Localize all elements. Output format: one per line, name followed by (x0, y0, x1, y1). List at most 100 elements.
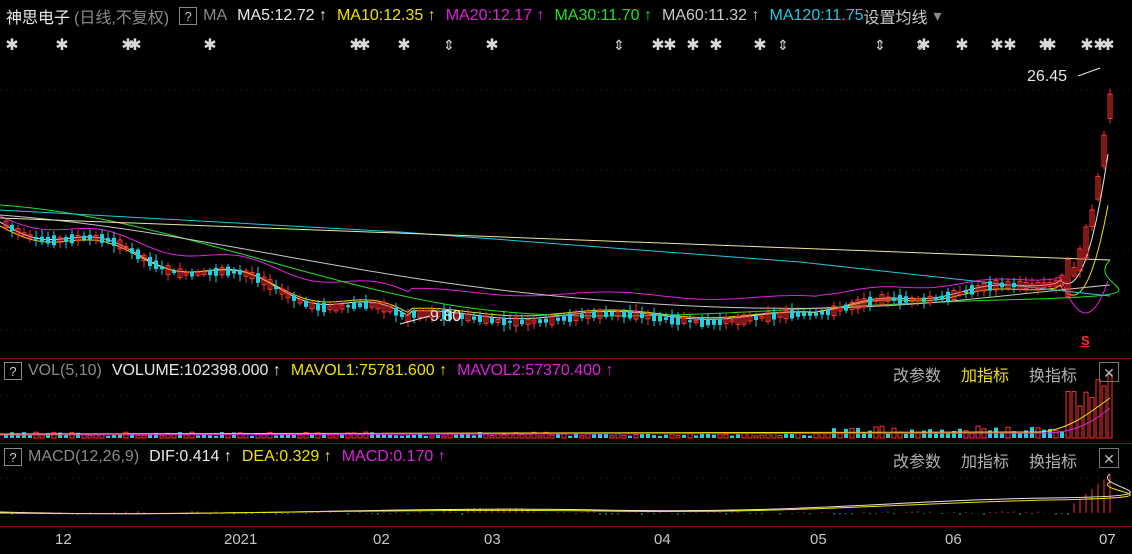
volume-bar (412, 434, 416, 438)
candle-body (208, 269, 212, 276)
volume-bar (159, 435, 165, 439)
vol-add-indicator-button[interactable]: 加指标 (961, 362, 1009, 386)
candle-body (658, 314, 662, 322)
volume-bar (472, 435, 476, 438)
candle-body (172, 270, 176, 274)
candle-body (718, 318, 722, 325)
candle-body (394, 307, 398, 316)
candle-body (232, 269, 236, 274)
candle-body (1012, 282, 1016, 288)
ma-lines (0, 153, 1120, 320)
macd-label: MACD(12,26,9) (28, 448, 140, 465)
volume-bar (64, 435, 68, 438)
macd-close-icon[interactable]: ✕ (1099, 448, 1119, 468)
volume-value: VOLUME:102398.000 ↑ (111, 362, 281, 379)
volume-bar (988, 430, 992, 438)
macd-add-indicator-button[interactable]: 加指标 (961, 448, 1009, 472)
vol-close-icon[interactable]: ✕ (1099, 362, 1119, 382)
volume-bar (628, 435, 632, 438)
volume-bar (274, 435, 278, 438)
volume-bar (537, 435, 543, 439)
candle-body (652, 312, 656, 322)
volume-bar (922, 430, 926, 438)
candle-body (472, 316, 476, 320)
candle-body (106, 237, 110, 242)
event-star-icon: ✱ (485, 37, 498, 54)
volume-bar (382, 434, 386, 438)
volume-bar (825, 432, 831, 439)
vol-label: VOL(5,10) (28, 362, 102, 379)
vol-help-button[interactable]: ? (4, 362, 22, 380)
candle-body (160, 266, 164, 270)
volume-bar (429, 435, 435, 439)
candle-body (82, 235, 86, 240)
macd-params-button[interactable]: 改参数 (893, 448, 941, 472)
event-star-icon: ✱ (663, 37, 676, 54)
volume-bar (394, 435, 398, 438)
candle-body (604, 311, 608, 317)
candle-body (688, 320, 692, 323)
volume-bar (753, 435, 759, 439)
volume-bar (441, 435, 447, 439)
event-star-icon: ✱ (955, 37, 968, 54)
volume-bar (297, 434, 303, 439)
macd-header: ? MACD(12,26,9) DIF:0.414 ↑ DEA:0.329 ↑ … (4, 448, 456, 466)
candle-body (136, 249, 140, 260)
candle-body (712, 319, 716, 325)
volume-bar (868, 430, 872, 438)
volume-bar (723, 434, 729, 439)
candle-body (190, 271, 194, 277)
volume-bar (519, 434, 525, 439)
volume-bar (135, 434, 141, 439)
xaxis-label: 04 (654, 531, 671, 548)
panel-divider-vol (0, 358, 1132, 359)
candle-body (112, 237, 116, 246)
candle-body (814, 312, 818, 316)
dea-value: DEA:0.329 ↑ (241, 448, 332, 465)
volume-bar (609, 435, 615, 439)
vol-header: ? VOL(5,10) VOLUME:102398.000 ↑ MAVOL1:7… (4, 362, 623, 380)
candle-body (544, 318, 548, 323)
event-arrow-icon: ⇕ (777, 37, 789, 53)
volume-bar (310, 435, 314, 438)
volume-bar (669, 433, 675, 439)
candle-body (352, 302, 356, 309)
volume-bar (790, 433, 794, 438)
volume-bar (1071, 391, 1077, 439)
volume-bar (687, 433, 693, 439)
vol-params-button[interactable]: 改参数 (893, 362, 941, 386)
candle-body (274, 286, 278, 290)
candle-body (964, 290, 968, 294)
candle-body (754, 315, 758, 320)
volume-bar (292, 434, 296, 438)
signal-marker-icon[interactable]: S (1081, 333, 1090, 348)
macd-switch-indicator-button[interactable]: 换指标 (1029, 448, 1077, 472)
volume-bar (196, 435, 200, 438)
mavol1-value: MAVOL1:75781.600 ↑ (290, 362, 448, 379)
volume-bar (406, 435, 410, 438)
candle-body (670, 314, 674, 325)
event-star-icon: ✱ (357, 37, 370, 54)
ma250-line (0, 217, 1111, 261)
volume-bar (717, 433, 723, 439)
macd-help-button[interactable]: ? (4, 448, 22, 466)
candle-body (304, 300, 308, 307)
volume-bar (424, 435, 428, 438)
vol-switch-indicator-button[interactable]: 换指标 (1029, 362, 1077, 386)
xaxis-label: 03 (484, 531, 501, 548)
dea-line (0, 481, 1131, 515)
mavol2-value: MAVOL2:57370.400 ↑ (457, 362, 614, 379)
candle-body (226, 266, 230, 276)
candle-body (1000, 282, 1004, 288)
volume-bar (436, 434, 440, 438)
volume-bar (730, 435, 734, 438)
volume-bar (214, 435, 218, 438)
volume-bar (579, 435, 585, 439)
candle-body (826, 309, 830, 316)
volume-bar (1095, 379, 1101, 439)
candle-body (622, 310, 626, 318)
mavol1-line (0, 397, 1111, 435)
volume-bar (664, 434, 668, 438)
volume-bar (621, 434, 627, 439)
volume-bar (489, 434, 495, 439)
